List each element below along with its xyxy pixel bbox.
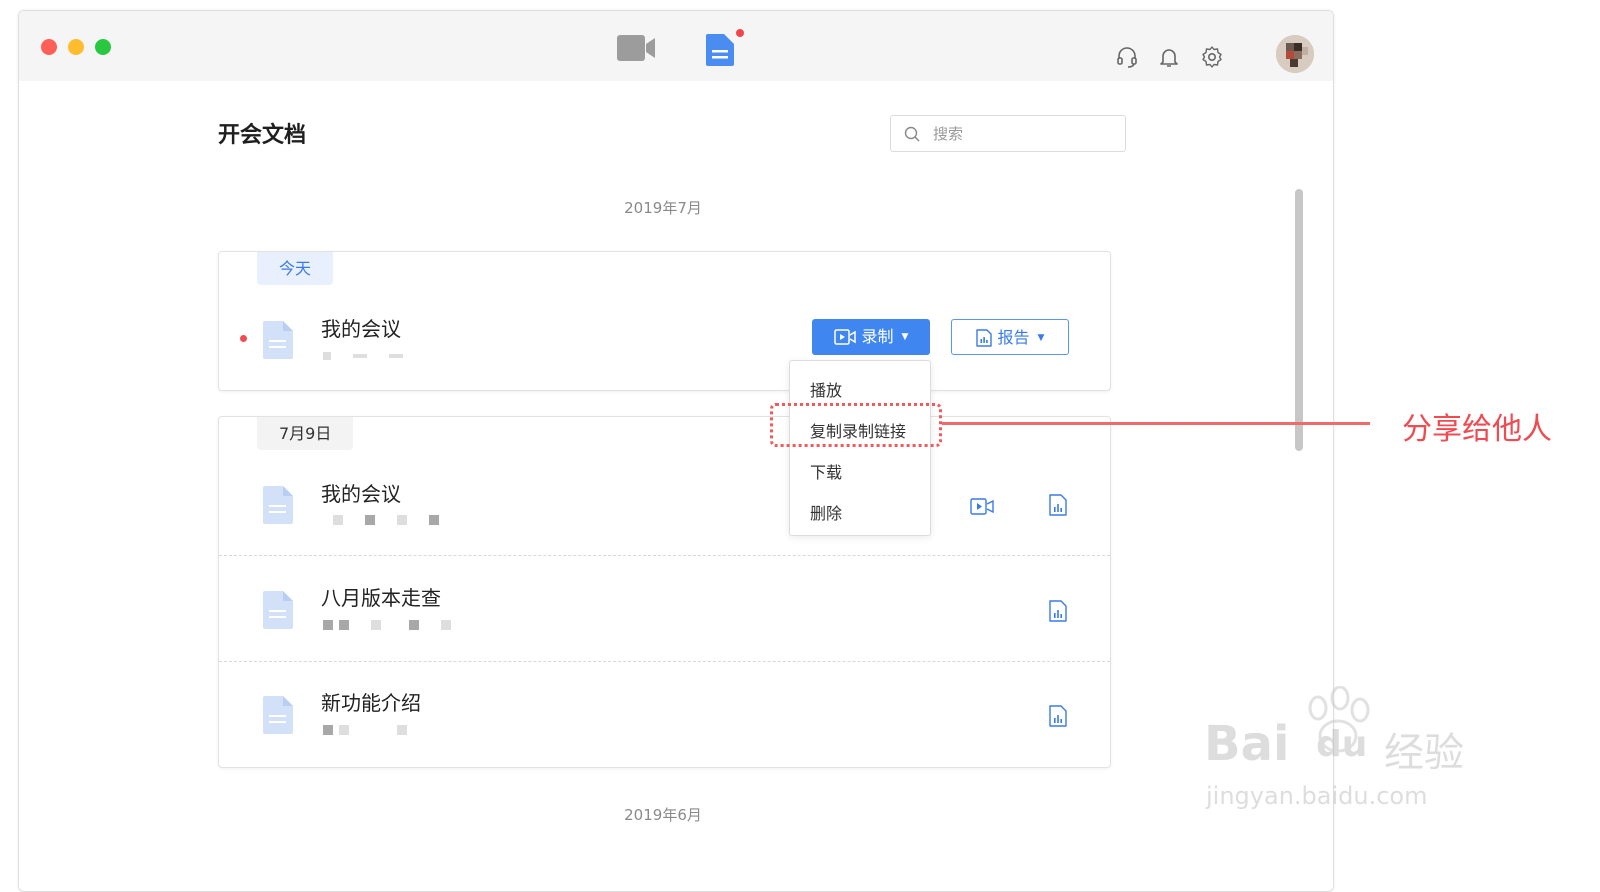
annotation-label: 分享给他人 [1402,412,1552,447]
recording-icon [833,329,856,345]
meeting-row[interactable]: 我的会议 [219,449,1110,555]
menu-item-play[interactable]: 播放 [810,377,842,401]
report-icon[interactable] [1045,599,1071,623]
avatar-image [1276,35,1314,73]
meeting-meta-blurred [323,722,429,736]
menu-item-delete[interactable]: 删除 [810,500,842,524]
notification-badge [736,29,744,37]
month-label: 2019年6月 [624,806,702,824]
watermark-cn: 经验 [1384,730,1464,776]
titlebar [19,11,1333,81]
meeting-doc-icon [263,696,293,734]
page-title: 开会文档 [218,123,307,148]
report-icon [975,329,992,347]
app-window: 开会文档 2019年7月 今天 我的会议 [18,10,1334,892]
meeting-title: 我的会议 [321,482,401,506]
gear-icon[interactable] [1200,45,1224,69]
report-icon[interactable] [1045,704,1071,728]
meeting-title: 新功能介绍 [321,691,421,715]
minimize-window-button[interactable] [68,39,84,55]
bell-icon[interactable] [1157,45,1181,69]
meeting-title: 八月版本走查 [321,586,441,610]
record-button[interactable]: 录制 ▼ [812,319,930,355]
watermark-url: jingyan.baidu.com [1206,782,1428,810]
scrollbar[interactable] [1295,189,1303,451]
meeting-doc-icon [263,486,293,524]
baidu-jingyan-watermark: Bai du 经验 jingyan.baidu.com [1200,686,1500,816]
meeting-row[interactable]: 新功能介绍 [219,661,1110,768]
meeting-doc-icon [263,321,293,359]
recording-icon[interactable] [969,495,995,519]
month-label: 2019年7月 [624,199,702,217]
search-icon [904,126,920,142]
unread-dot [240,335,247,342]
annotation-line [942,422,1370,425]
headset-icon[interactable] [1115,45,1139,69]
search-box[interactable] [890,115,1126,152]
menu-item-download[interactable]: 下载 [810,459,842,483]
report-button-label: 报告 [997,328,1030,347]
user-avatar[interactable] [1276,35,1314,73]
date-chip: 7月9日 [257,417,354,450]
caret-down-icon: ▼ [1037,333,1045,343]
watermark-brand: Bai [1204,716,1290,772]
report-icon[interactable] [1045,493,1071,517]
maximize-window-button[interactable] [95,39,111,55]
annotation-highlight-box [770,403,942,447]
meeting-group-card: 7月9日 我的会议 八月版本走查 新功能介绍 [218,416,1111,768]
meeting-meta-blurred [323,348,425,362]
record-button-label: 录制 [861,327,894,346]
date-chip: 今天 [257,252,334,285]
document-icon [706,34,734,66]
record-dropdown-menu: 播放 复制录制链接 下载 删除 [789,360,931,536]
nav-documents-tab[interactable] [703,29,745,67]
meeting-row[interactable]: 八月版本走查 [219,555,1110,662]
meeting-doc-icon [263,591,293,629]
watermark-brand-tail: du [1316,724,1368,765]
meeting-meta-blurred [323,512,461,526]
nav-meetings-tab[interactable] [615,33,657,63]
search-input[interactable] [931,121,1115,147]
video-camera-icon [617,35,655,61]
close-window-button[interactable] [41,39,57,55]
meeting-meta-blurred [323,617,473,631]
meeting-title: 我的会议 [321,317,401,341]
caret-down-icon: ▼ [901,332,909,342]
report-button[interactable]: 报告 ▼ [951,319,1069,355]
